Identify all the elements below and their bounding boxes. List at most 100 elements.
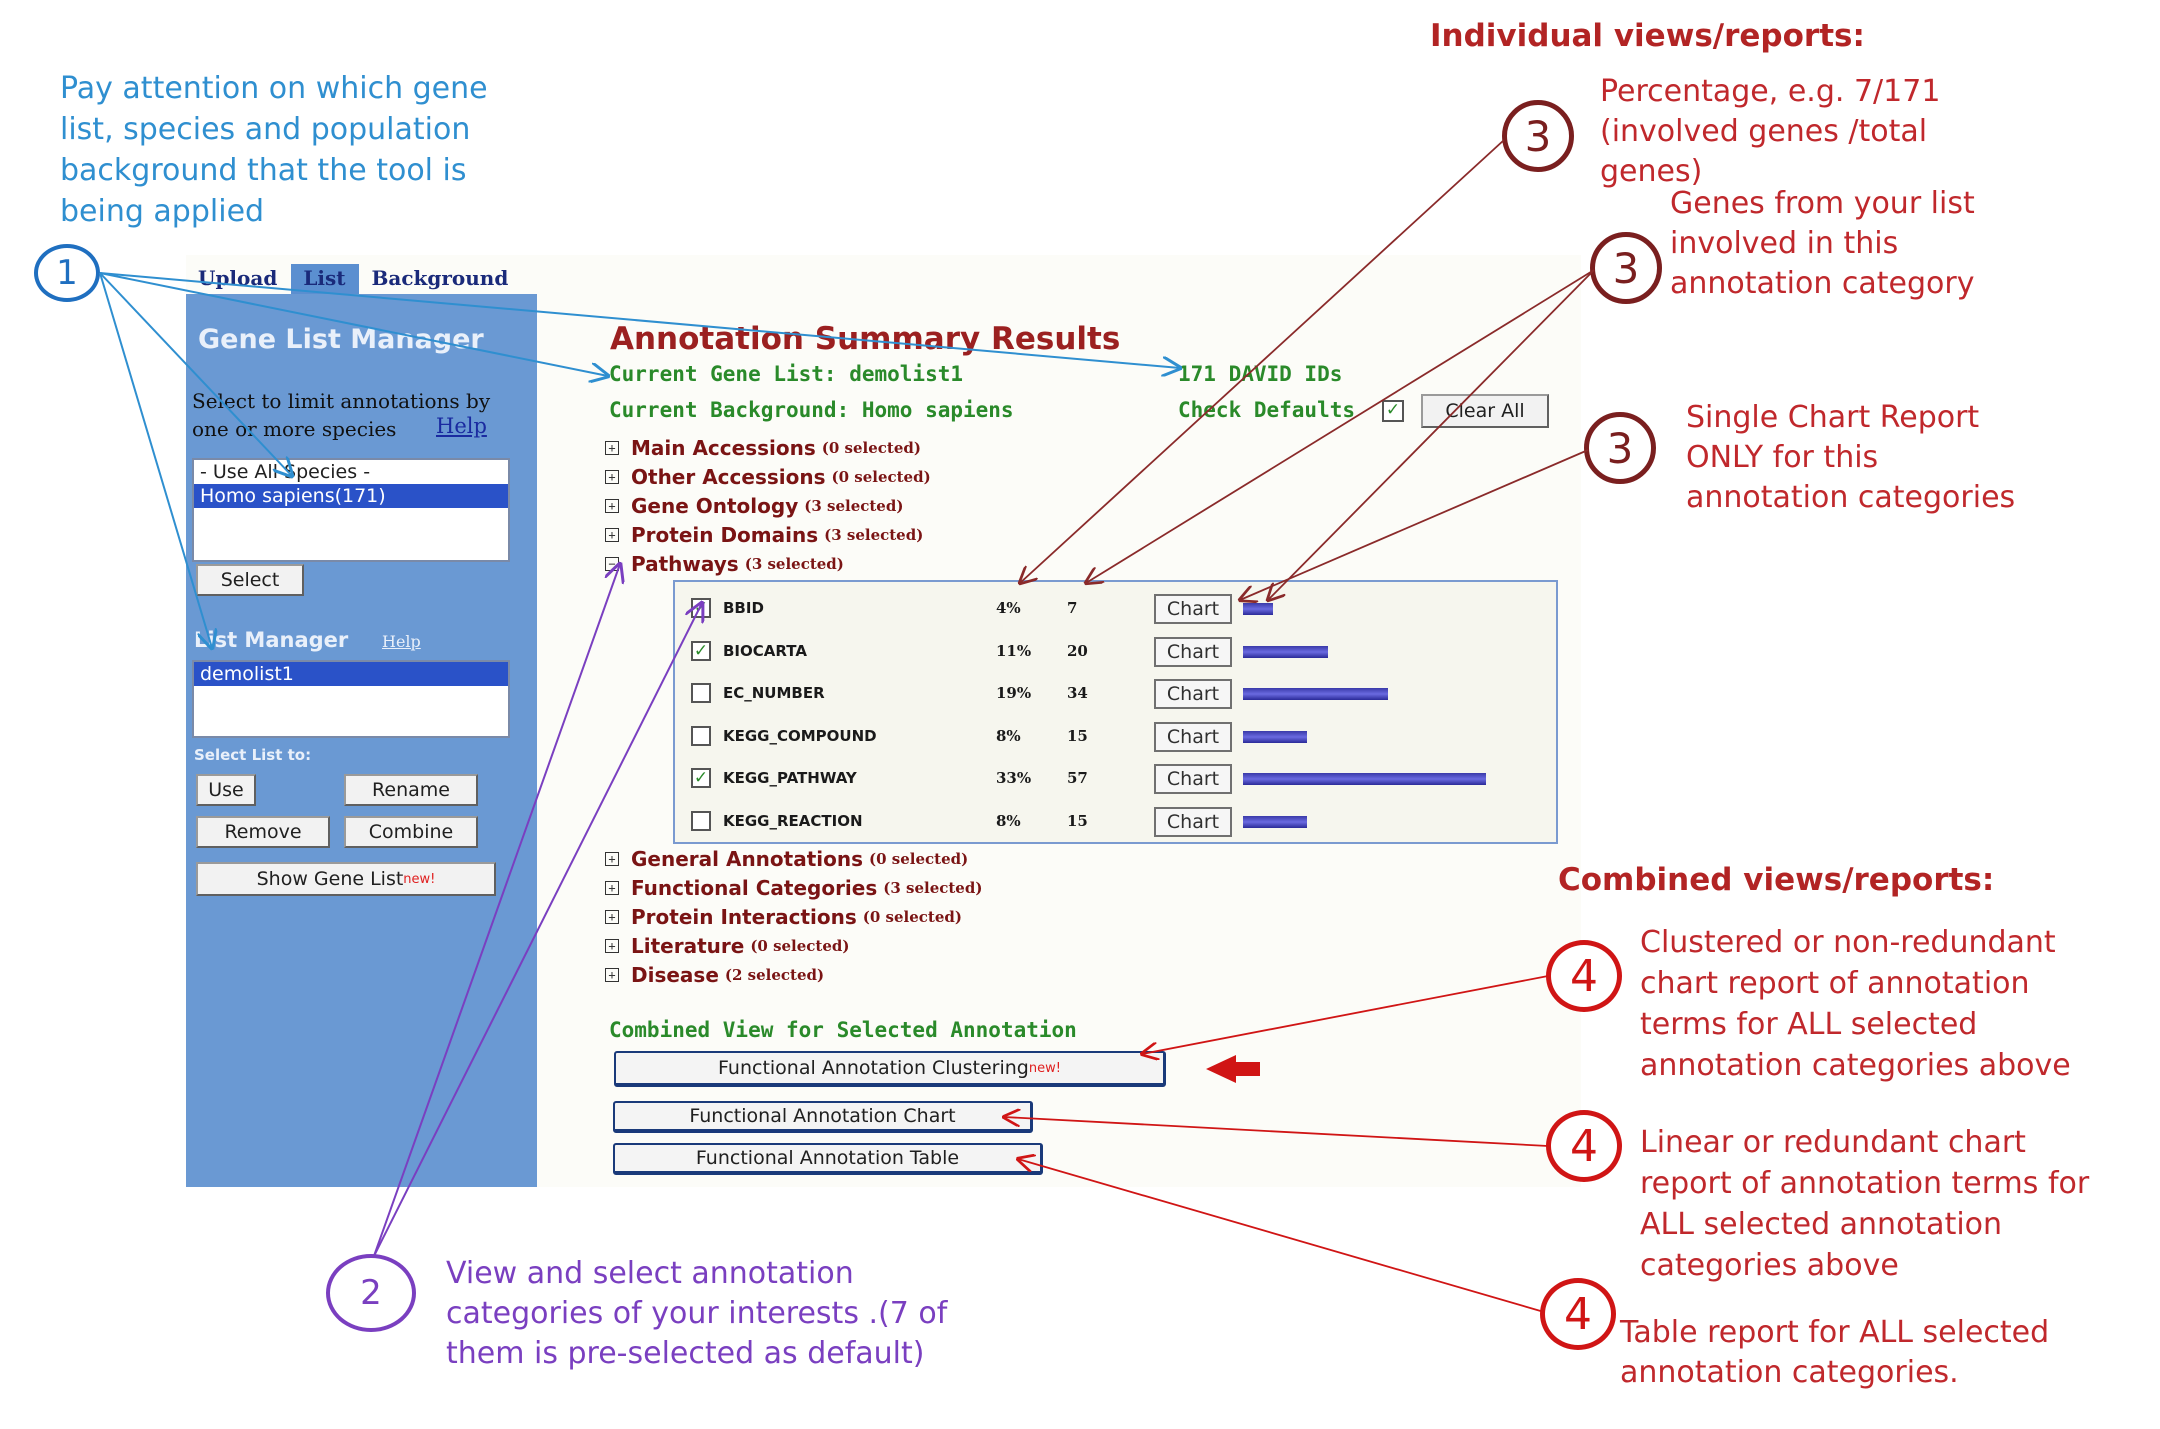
pathway-checkbox[interactable]: ✓ xyxy=(691,768,711,788)
expand-icon[interactable]: + xyxy=(605,968,619,982)
list-manager-help-link[interactable]: Help xyxy=(382,632,421,651)
note-4a-line: annotation categories above xyxy=(1640,1048,2071,1083)
functional-annotation-chart-button[interactable]: Functional Annotation Chart xyxy=(613,1101,1033,1133)
pathway-percent: 8% xyxy=(996,726,1021,745)
category-row[interactable]: + Gene Ontology (3 selected) xyxy=(605,493,903,519)
clear-all-button[interactable]: Clear All xyxy=(1421,394,1549,428)
note-4b-line: ALL selected annotation xyxy=(1640,1207,2003,1242)
pathway-name: KEGG_PATHWAY xyxy=(723,769,857,787)
pathway-count: 20 xyxy=(1067,641,1088,660)
panel-title: Gene List Manager xyxy=(198,324,484,355)
expand-icon[interactable]: + xyxy=(605,852,619,866)
category-count: (0 selected) xyxy=(831,468,931,486)
category-row[interactable]: + Main Accessions (0 selected) xyxy=(605,435,921,461)
pathway-bar xyxy=(1243,815,1307,828)
category-name: Gene Ontology xyxy=(631,494,799,518)
individual-views-heading: Individual views/reports: xyxy=(1430,18,1865,54)
pathway-checkbox[interactable] xyxy=(691,725,711,746)
category-name: Functional Categories xyxy=(631,876,878,900)
note-4b-line: report of annotation terms for xyxy=(1640,1166,2090,1201)
show-gene-list-button[interactable]: Show Gene List new! xyxy=(196,862,496,896)
species-listbox[interactable]: - Use All Species - Homo sapiens(171) xyxy=(192,458,510,562)
category-row[interactable]: + General Annotations (0 selected) xyxy=(605,846,968,872)
note-1: Pay attention on which gene list, specie… xyxy=(60,68,488,232)
pathway-name: KEGG_COMPOUND xyxy=(723,726,877,745)
expand-icon[interactable]: + xyxy=(605,881,619,895)
species-help-link[interactable]: Help xyxy=(436,414,487,438)
category-count: (0 selected) xyxy=(821,439,921,457)
tab-upload[interactable]: Upload xyxy=(186,264,291,294)
note-3c-line: ONLY for this xyxy=(1686,440,1879,475)
tab-background[interactable]: Background xyxy=(359,264,522,294)
gene-list-listbox[interactable]: demolist1 xyxy=(192,660,510,738)
gene-list-manager-panel: Gene List Manager Select to limit annota… xyxy=(186,294,537,1187)
pathway-checkbox[interactable]: ✓ xyxy=(691,598,711,618)
species-option-all[interactable]: - Use All Species - xyxy=(194,460,508,484)
chart-button[interactable]: Chart xyxy=(1154,594,1232,624)
gene-list-option-demolist1[interactable]: demolist1 xyxy=(194,662,508,686)
pathway-row: ✓ BBID 4% 7 Chart xyxy=(691,594,1541,624)
pathway-count: 15 xyxy=(1067,726,1088,745)
chart-button[interactable]: Chart xyxy=(1154,721,1232,752)
pathway-bar xyxy=(1243,645,1328,658)
category-row[interactable]: + Protein Domains (3 selected) xyxy=(605,522,923,548)
chart-button[interactable]: Chart xyxy=(1154,806,1232,837)
category-count: (0 selected) xyxy=(750,937,850,955)
pathway-bar xyxy=(1243,773,1486,785)
expand-icon[interactable]: + xyxy=(605,441,619,455)
category-name: Main Accessions xyxy=(631,436,816,460)
category-row[interactable]: + Literature (0 selected) xyxy=(605,933,850,959)
tab-list[interactable]: List xyxy=(291,264,360,294)
pathway-count: 7 xyxy=(1067,599,1078,617)
pathway-checkbox[interactable] xyxy=(691,683,711,703)
note-3c-line: annotation categories xyxy=(1686,480,2016,515)
functional-annotation-table-button[interactable]: Functional Annotation Table xyxy=(613,1143,1043,1175)
note-4b-line: categories above xyxy=(1640,1248,1899,1283)
chart-button[interactable]: Chart xyxy=(1154,636,1232,667)
note-3c: Single Chart Report ONLY for this annota… xyxy=(1686,398,2015,518)
note-4b: Linear or redundant chart report of anno… xyxy=(1640,1122,2089,1286)
remove-button[interactable]: Remove xyxy=(196,816,330,848)
expand-icon[interactable]: + xyxy=(605,499,619,513)
expand-icon[interactable]: + xyxy=(605,939,619,953)
note-4c-line: annotation categories. xyxy=(1620,1355,1959,1390)
note-2-line: them is pre-selected as default) xyxy=(446,1336,925,1371)
category-row[interactable]: + Protein Interactions (0 selected) xyxy=(605,904,962,930)
note-2: View and select annotation categories of… xyxy=(446,1254,947,1374)
note-3b-line: Genes from your list xyxy=(1670,186,1975,221)
combined-views-heading: Combined views/reports: xyxy=(1558,862,1995,898)
chart-button[interactable]: Chart xyxy=(1154,679,1232,709)
expand-icon[interactable]: + xyxy=(605,910,619,924)
note-3b: Genes from your list involved in this an… xyxy=(1670,184,1975,304)
species-select-button[interactable]: Select xyxy=(196,564,304,596)
pathway-name: BBID xyxy=(723,599,764,617)
note-1-line: Pay attention on which gene xyxy=(60,71,488,106)
species-option-homo-sapiens[interactable]: Homo sapiens(171) xyxy=(194,484,508,508)
category-row[interactable]: + Other Accessions (0 selected) xyxy=(605,464,931,490)
rename-button[interactable]: Rename xyxy=(344,774,478,806)
pathway-row: ✓ KEGG_PATHWAY 33% 57 Chart xyxy=(691,764,1541,794)
category-row[interactable]: + Disease (2 selected) xyxy=(605,962,824,988)
check-defaults-checkbox[interactable]: ✓ xyxy=(1382,400,1404,422)
category-count: (0 selected) xyxy=(862,908,962,926)
expand-icon[interactable]: + xyxy=(605,528,619,542)
callout-circle-3c: 3 xyxy=(1584,412,1656,484)
category-row[interactable]: + Functional Categories (3 selected) xyxy=(605,875,982,901)
category-row[interactable]: − Pathways (3 selected) xyxy=(605,551,844,577)
note-4a-line: terms for ALL selected xyxy=(1640,1007,1978,1042)
expand-icon[interactable]: + xyxy=(605,470,619,484)
callout-circle-4b: 4 xyxy=(1546,1110,1622,1182)
pathway-checkbox[interactable]: ✓ xyxy=(691,640,711,661)
pathway-checkbox[interactable] xyxy=(691,810,711,831)
callout-circle-3b: 3 xyxy=(1590,232,1662,304)
functional-annotation-clustering-button[interactable]: Functional Annotation Clustering new! xyxy=(614,1051,1166,1087)
species-prompt-line1: Select to limit annotations by xyxy=(192,389,491,413)
note-4b-line: Linear or redundant chart xyxy=(1640,1125,2026,1160)
collapse-icon[interactable]: − xyxy=(605,557,619,571)
callout-circle-2: 2 xyxy=(326,1254,416,1332)
chart-button[interactable]: Chart xyxy=(1154,764,1232,794)
combine-button[interactable]: Combine xyxy=(344,816,478,848)
use-button[interactable]: Use xyxy=(196,774,256,806)
pathways-subtable: ✓ BBID 4% 7 Chart ✓ BIOCARTA 11% 20 Chart EC_NUMBE… xyxy=(673,580,1558,844)
callout-circle-4a: 4 xyxy=(1546,940,1622,1012)
